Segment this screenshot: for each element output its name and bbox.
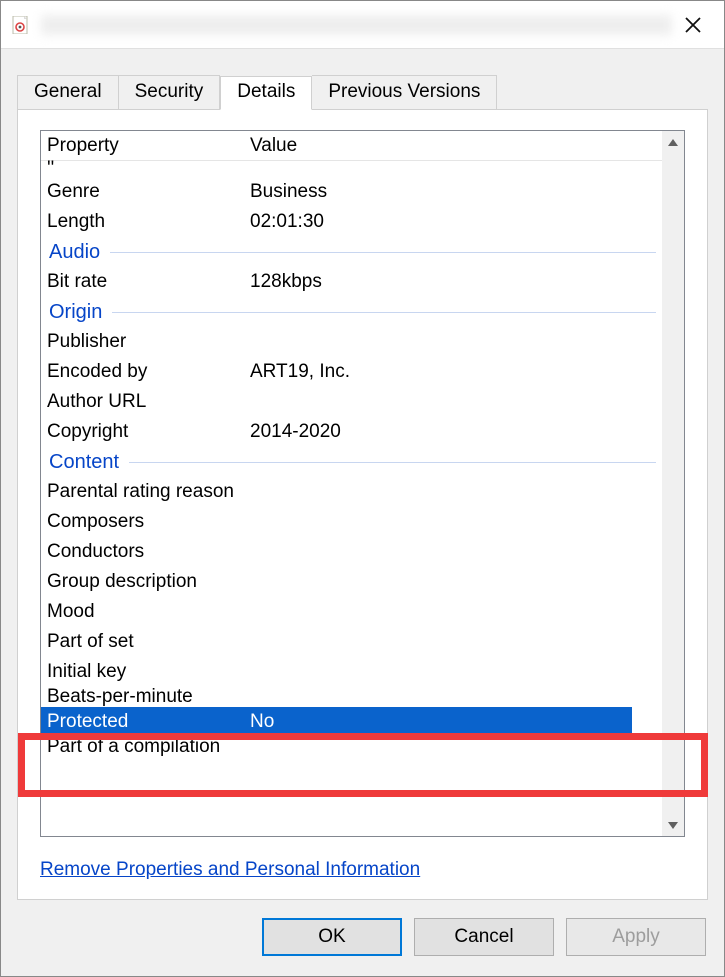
cancel-button[interactable]: Cancel [414, 918, 554, 956]
list-row[interactable]: Composers [41, 507, 662, 537]
scroll-up-arrow-icon[interactable] [662, 131, 684, 153]
close-button[interactable] [672, 4, 714, 46]
list-row[interactable]: Encoded by ART19, Inc. [41, 357, 662, 387]
remove-properties-row: Remove Properties and Personal Informati… [40, 837, 685, 893]
section-header-content: Content [41, 447, 662, 477]
list-row[interactable]: Part of set [41, 627, 662, 657]
list-row[interactable]: Part of a compilation [41, 737, 662, 757]
remove-properties-link[interactable]: Remove Properties and Personal Informati… [40, 859, 420, 880]
tab-general[interactable]: General [17, 75, 119, 109]
list-row[interactable]: Group description [41, 567, 662, 597]
column-header-property[interactable]: Property [41, 135, 246, 157]
list-row[interactable]: Length 02:01:30 [41, 207, 662, 237]
close-icon [683, 15, 703, 35]
scroll-down-arrow-icon[interactable] [662, 814, 684, 836]
list-row[interactable]: Genre Business [41, 177, 662, 207]
dialog-button-bar: OK Cancel Apply [1, 900, 724, 976]
vertical-scrollbar[interactable] [662, 131, 684, 836]
tab-strip: General Security Details Previous Versio… [1, 49, 724, 109]
list-row-selected[interactable]: Protected No [41, 707, 632, 737]
list-row[interactable]: Author URL [41, 387, 662, 417]
list-row[interactable]: Conductors [41, 537, 662, 567]
ok-button[interactable]: OK [262, 918, 402, 956]
tab-details[interactable]: Details [220, 76, 312, 110]
section-header-origin: Origin [41, 297, 662, 327]
title-bar [1, 1, 724, 49]
file-type-icon [11, 15, 31, 35]
list-row[interactable]: '' [41, 161, 662, 177]
list-row[interactable]: Initial key [41, 657, 662, 687]
list-row[interactable]: Beats-per-minute [41, 687, 662, 707]
column-header-value[interactable]: Value [246, 135, 662, 157]
window-title [41, 15, 672, 35]
tab-previous-versions[interactable]: Previous Versions [312, 75, 497, 109]
apply-button: Apply [566, 918, 706, 956]
list-row[interactable]: Bit rate 128kbps [41, 267, 662, 297]
tab-security[interactable]: Security [119, 75, 221, 109]
property-list: Property Value '' Genre Business Le [40, 130, 685, 837]
property-list-body[interactable]: Property Value '' Genre Business Le [41, 131, 662, 836]
list-row[interactable]: Mood [41, 597, 662, 627]
properties-dialog: General Security Details Previous Versio… [0, 0, 725, 977]
section-header-audio: Audio [41, 237, 662, 267]
list-row[interactable]: Parental rating reason [41, 477, 662, 507]
list-row[interactable]: Publisher [41, 327, 662, 357]
tab-panel-details: Property Value '' Genre Business Le [17, 109, 708, 900]
property-list-header: Property Value [41, 131, 662, 161]
list-row[interactable]: Copyright 2014-2020 [41, 417, 662, 447]
